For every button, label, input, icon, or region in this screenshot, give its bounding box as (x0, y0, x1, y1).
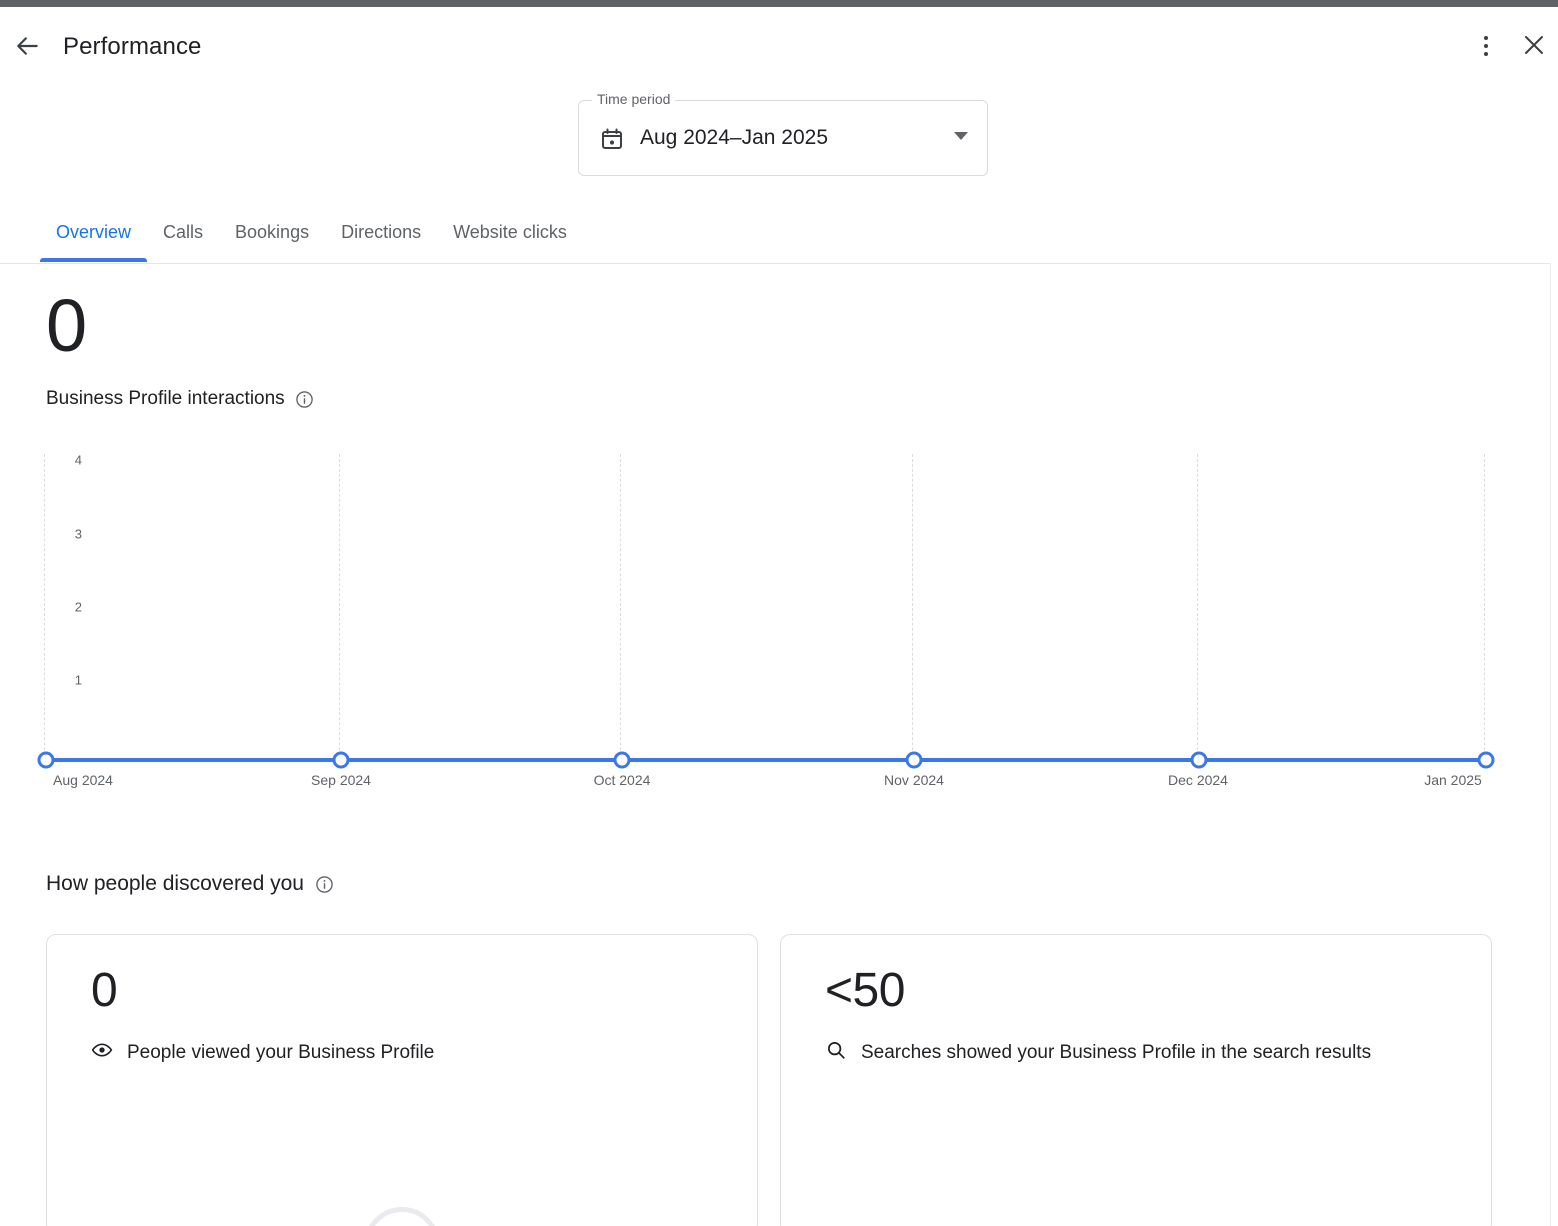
chart-data-point[interactable] (613, 751, 631, 769)
discovered-section-title-row: How people discovered you (46, 872, 334, 896)
grid-line (44, 454, 45, 760)
card-label-row: Searches showed your Business Profile in… (825, 1039, 1371, 1067)
calendar-icon (600, 127, 624, 151)
x-axis-tick: Dec 2024 (1168, 772, 1228, 788)
info-icon[interactable] (315, 875, 334, 894)
chevron-down-icon[interactable] (954, 132, 968, 140)
card-value: <50 (825, 964, 905, 1017)
empty-state-illustration (364, 1207, 440, 1226)
time-period-selector[interactable]: Time period Aug 2024–Jan 2025 (578, 91, 988, 176)
tab-bar: Overview Calls Bookings Directions Websi… (0, 202, 1558, 264)
tab-directions[interactable]: Directions (325, 202, 437, 262)
card-value: 0 (91, 964, 118, 1017)
grid-line (620, 454, 621, 760)
info-icon[interactable] (295, 390, 314, 409)
chart-data-point[interactable] (37, 751, 55, 769)
more-options-icon (1484, 36, 1488, 56)
window-top-strip (0, 0, 1558, 7)
chart-data-point[interactable] (905, 751, 923, 769)
x-axis-tick: Aug 2024 (53, 772, 113, 788)
y-axis-tick: 1 (74, 672, 82, 688)
close-button[interactable] (1510, 22, 1558, 70)
chart-data-point[interactable] (332, 751, 350, 769)
chart-data-point[interactable] (1190, 751, 1208, 769)
page-title: Performance (63, 33, 202, 60)
search-icon (825, 1039, 847, 1067)
x-axis-tick: Sep 2024 (311, 772, 371, 788)
chart-plot-area: 4 3 2 1 (42, 452, 1494, 760)
discovery-cards: 0 People viewed your Business Profile <5… (46, 934, 1492, 1226)
y-axis-tick: 4 (74, 452, 82, 468)
back-button[interactable] (8, 27, 48, 67)
x-axis-tick: Oct 2024 (593, 772, 651, 788)
tab-overview[interactable]: Overview (40, 202, 148, 262)
headline-metric-label-row: Business Profile interactions (46, 388, 314, 410)
headline-metric-value: 0 (46, 284, 87, 367)
interactions-line-chart: 4 3 2 1 Aug 2024 Sep 2024 Oct 2024 Nov 2… (0, 452, 1550, 794)
discovered-section-title: How people discovered you (46, 872, 304, 895)
headline-metric-label: Business Profile interactions (46, 388, 285, 409)
card-label: Searches showed your Business Profile in… (861, 1042, 1372, 1063)
header-actions (1462, 22, 1558, 70)
x-axis-tick: Jan 2025 (1424, 772, 1482, 788)
arrow-back-icon (15, 33, 41, 62)
card-label: People viewed your Business Profile (127, 1042, 435, 1063)
card-label-row: People viewed your Business Profile (91, 1039, 434, 1067)
tab-bookings[interactable]: Bookings (219, 202, 325, 262)
card-profile-views[interactable]: 0 People viewed your Business Profile (46, 934, 758, 1226)
time-period-value: Aug 2024–Jan 2025 (640, 126, 829, 149)
more-options-button[interactable] (1462, 22, 1510, 70)
card-search-impressions[interactable]: <50 Searches showed your Business Profil… (780, 934, 1492, 1226)
grid-line (1484, 454, 1485, 760)
chart-data-point[interactable] (1477, 751, 1495, 769)
app-header: Performance (0, 7, 1558, 78)
grid-line (912, 454, 913, 760)
chart-series-line (44, 758, 1492, 762)
y-axis-tick: 2 (74, 599, 82, 615)
tab-calls[interactable]: Calls (147, 202, 219, 262)
tab-website-clicks[interactable]: Website clicks (437, 202, 583, 262)
y-axis-tick: 3 (74, 526, 82, 542)
grid-line (339, 454, 340, 760)
vertical-scrollbar[interactable] (1550, 264, 1558, 1226)
eye-icon (91, 1039, 113, 1067)
overview-panel: 0 Business Profile interactions 4 3 2 1 (0, 264, 1550, 1226)
close-icon (1522, 33, 1546, 60)
grid-line (1197, 454, 1198, 760)
x-axis-tick: Nov 2024 (884, 772, 944, 788)
